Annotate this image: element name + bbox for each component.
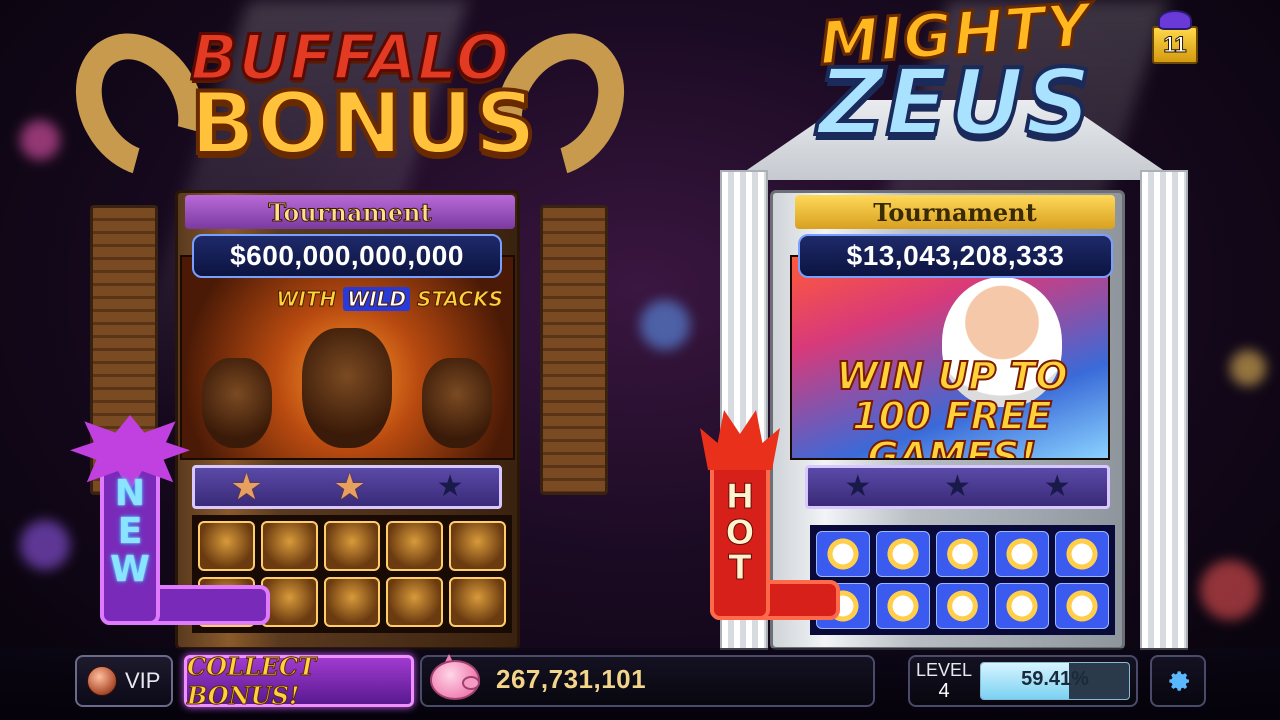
- bokeh-light: [20, 520, 70, 570]
- bokeh-light: [1230, 350, 1266, 386]
- gift-button[interactable]: 11: [1150, 8, 1200, 64]
- badge-text: H O T: [710, 477, 770, 589]
- badge-letter: O: [725, 512, 755, 553]
- reel-symbol: [935, 531, 990, 577]
- vip-button[interactable]: VIP: [75, 655, 173, 707]
- reel-symbol: [875, 583, 930, 629]
- reel-symbol: [323, 577, 381, 627]
- buffalo-icon: [202, 358, 272, 448]
- collect-bonus-button[interactable]: COLLECT BONUS!: [184, 652, 414, 711]
- bokeh-light: [640, 300, 690, 350]
- gift-count: 11: [1163, 32, 1187, 58]
- tournament-banner: Tournament: [795, 195, 1115, 229]
- bokeh-light: [20, 120, 60, 160]
- reel-symbol: [323, 521, 381, 571]
- buffalo-icon: [422, 358, 492, 448]
- badge-letter: E: [117, 510, 143, 552]
- flame-icon: [700, 410, 780, 470]
- badge-letter: T: [728, 548, 752, 589]
- reel-grid: [810, 525, 1115, 635]
- hot-badge: H O T: [700, 410, 850, 620]
- vip-label: VIP: [125, 668, 161, 693]
- tagline-suffix: STACKS: [410, 287, 504, 312]
- star-empty-icon: ★: [436, 470, 464, 503]
- reel-symbol: [449, 521, 506, 571]
- coin-balance-panel: [420, 655, 875, 707]
- rating-stars: ★ ★ ★: [805, 465, 1110, 509]
- reel-symbol: [198, 521, 255, 571]
- badge-text: N E W: [100, 475, 160, 588]
- level-progress-text: 59.41%: [1021, 668, 1089, 690]
- right-shutter-decor: [540, 205, 608, 495]
- logo-line-2: BONUS: [188, 73, 538, 174]
- reel-symbol: [260, 521, 318, 571]
- reel-symbol: [935, 583, 990, 629]
- pig-snout: [462, 676, 480, 690]
- gear-icon: [1169, 671, 1189, 691]
- reel-symbol: [995, 531, 1050, 577]
- buffalo-icon: [302, 328, 392, 448]
- reel-symbol: [1055, 531, 1109, 577]
- right-pillar-decor: [1140, 170, 1188, 650]
- game-artwork: WITH WILD STACKS: [180, 255, 515, 460]
- tournament-banner: Tournament: [185, 195, 515, 229]
- reel-symbol: [875, 531, 930, 577]
- badge-letter: H: [725, 477, 755, 517]
- reel-symbol: [449, 577, 506, 627]
- star-empty-icon: ★: [944, 470, 971, 503]
- badge-letter: N: [114, 473, 146, 514]
- reel-symbol: [386, 577, 444, 627]
- gift-bow-icon: [1158, 10, 1192, 30]
- star-empty-icon: ★: [1043, 470, 1071, 503]
- star-filled-icon: ★: [230, 466, 263, 507]
- game-tagline: WITH WILD STACKS: [276, 287, 504, 312]
- settings-button[interactable]: [1150, 655, 1206, 707]
- reel-symbol: [386, 521, 444, 571]
- reel-symbol: [1055, 583, 1109, 629]
- tournament-prize: $13,043,208,333: [798, 234, 1113, 278]
- tagline-prefix: WITH: [276, 287, 344, 312]
- vip-coin-icon: [87, 666, 117, 696]
- game-logo: BUFFALO BONUS: [188, 25, 538, 174]
- reel-symbol: [995, 583, 1050, 629]
- piggy-bank-icon[interactable]: [428, 650, 486, 706]
- rating-stars: ★ ★ ★: [192, 465, 502, 509]
- badge-letter: W: [110, 548, 150, 590]
- star-filled-icon: ★: [333, 466, 366, 507]
- level-number: 4: [938, 680, 950, 702]
- tagline-wild: WILD: [343, 287, 411, 312]
- game-logo: MIGHTY ZEUS: [790, 0, 1120, 150]
- coin-balance: 267,731,101: [496, 664, 647, 694]
- new-badge: N E W: [70, 415, 270, 625]
- tournament-prize: $600,000,000,000: [192, 234, 502, 278]
- level-label: LEVEL: [916, 660, 973, 680]
